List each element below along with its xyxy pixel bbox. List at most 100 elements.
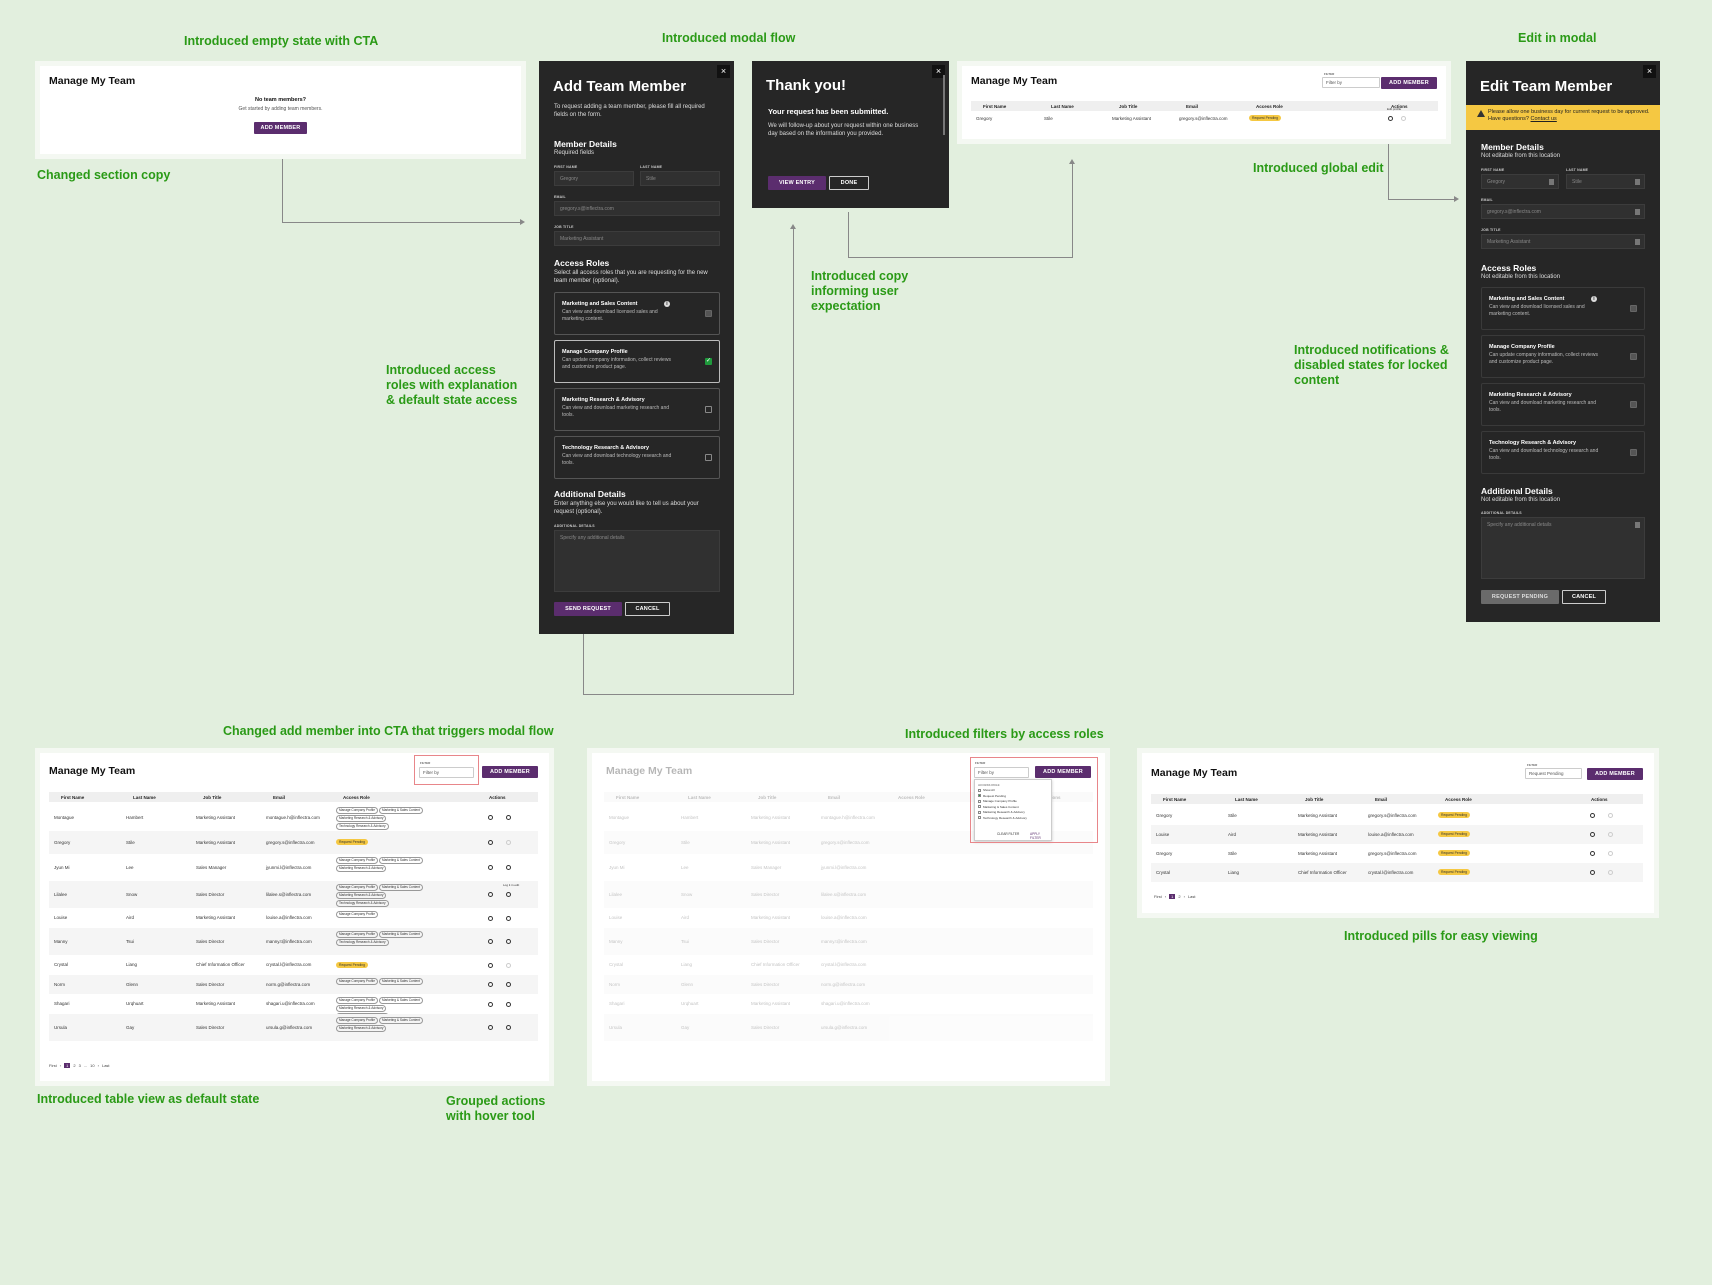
table-row[interactable]: Manny Tsui Sales Director manny.t@inflectra… [49,928,538,955]
role-checkbox[interactable] [705,406,712,413]
info-icon[interactable]: i [1591,296,1597,302]
last-name-label: LAST NAME [1566,168,1589,172]
edit-icon[interactable] [488,815,493,820]
table-row[interactable]: Gregory Stile Marketing Assistant gregory.s… [49,831,538,854]
table-row[interactable]: Lilalee Snow Sales Director lilalee.s@infle… [49,881,538,908]
page-link[interactable]: First [49,1063,57,1068]
page-link[interactable]: ‹ [1165,894,1166,899]
table-row[interactable]: Louise Aird Marketing Assistant louise.a@in… [49,908,538,928]
link-icon[interactable] [506,1025,511,1030]
pagination[interactable]: First ‹ 1 2 › Last [1154,894,1199,899]
table-row[interactable]: Gregory Stile Marketing Assistant gregory.s… [1151,806,1643,825]
pagination[interactable]: First ‹ 1 2 3... 10 › Last [49,1063,113,1068]
edit-icon[interactable] [488,840,493,845]
table-row[interactable]: Jyun Mi Lee Sales Manager jyunmi.l@inflectr… [49,854,538,881]
link-icon[interactable] [506,815,511,820]
close-icon[interactable]: × [1643,65,1656,78]
role-checkbox[interactable] [705,454,712,461]
page-link[interactable]: › [1184,894,1185,899]
link-icon[interactable] [506,982,511,987]
table-row[interactable]: Crystal Liang Chief Information Officer cry… [49,955,538,975]
page-link[interactable]: 2 [73,1063,75,1068]
edit-icon[interactable] [488,915,493,921]
filter-select[interactable]: Request Pending [1525,768,1582,779]
page-link[interactable]: Last [1188,894,1196,899]
send-request-button[interactable]: SEND REQUEST [554,602,622,616]
edit-icon[interactable] [488,1001,493,1007]
last-name-label: LAST NAME [640,165,663,169]
role-technology-research[interactable]: Technology Research & Advisory Can view … [554,436,720,479]
close-icon[interactable]: × [717,65,730,78]
table-row[interactable]: Montague Hambert Marketing Assistant montag… [49,804,538,831]
edit-icon[interactable] [488,982,493,987]
edit-icon[interactable] [1590,832,1595,837]
page-link[interactable]: › [98,1063,99,1068]
done-button[interactable]: DONE [829,176,869,190]
role-marketing-sales[interactable]: Marketing and Sales Content i Can view a… [554,292,720,335]
filter-select[interactable]: Filter by [1322,77,1380,88]
page-link[interactable]: 2 [1178,894,1180,899]
edit-icon[interactable] [1388,116,1393,121]
edit-icon[interactable] [488,962,493,968]
job-title-field[interactable]: Marketing Assistant [554,231,720,246]
add-member-button[interactable]: ADD MEMBER [254,122,307,134]
email-field[interactable]: gregory.s@inflectra.com [554,201,720,216]
link-icon[interactable] [506,915,511,921]
add-member-button[interactable]: ADD MEMBER [1587,768,1643,780]
table-row[interactable]: Gregory Stile Marketing Assistant gregor… [971,107,1438,125]
edit-icon[interactable] [1590,813,1595,818]
edit-icon[interactable] [488,939,493,944]
table-row[interactable]: Gregory Stile Marketing Assistant gregory.s… [1151,844,1643,863]
role-manage-company-profile[interactable]: Manage Company Profile Can update compan… [554,340,720,383]
table-row: Jyun Mi Lee Sales Manager jyunmi.l@inflectr… [604,854,1093,881]
page-link[interactable]: 1 [1169,894,1176,899]
table-row[interactable]: Norm Glenn Sales Director norm.g@inflectra.… [49,975,538,994]
cancel-button[interactable]: CANCEL [625,602,670,616]
link-icon[interactable] [1608,832,1613,837]
role-pill: Technology Research & Advisory [336,939,389,946]
role-marketing-research[interactable]: Marketing Research & Advisory Can view a… [554,388,720,431]
link-icon[interactable] [506,1001,511,1007]
table-row[interactable]: Crystal Liang Chief Information Officer cry… [1151,863,1643,882]
role-checkbox-checked[interactable]: ✓ [705,358,712,365]
view-entry-button[interactable]: VIEW ENTRY [768,176,826,190]
link-icon[interactable] [506,892,511,897]
page-link[interactable]: First [1154,894,1162,899]
page-link[interactable]: ... [84,1063,87,1068]
page-link[interactable]: ‹ [60,1063,61,1068]
not-editable-note: Not editable from this location [1481,153,1561,159]
link-icon[interactable] [1608,813,1613,818]
page-link[interactable]: Last [102,1063,110,1068]
info-icon[interactable]: i [664,301,670,307]
cancel-button[interactable]: CANCEL [1562,590,1606,604]
role-checkbox[interactable] [705,310,712,317]
link-icon[interactable] [506,840,511,845]
table-row[interactable]: Shagari Urqhuart Marketing Assistant shagar… [49,994,538,1020]
link-icon[interactable] [1608,851,1613,856]
page-link[interactable]: 3 [79,1063,81,1068]
table-row[interactable]: Louise Aird Marketing Assistant louise.a@in… [1151,825,1643,844]
edit-icon[interactable] [1590,851,1595,856]
edit-icon[interactable] [1590,870,1595,875]
scrollbar[interactable] [943,75,945,135]
link-icon[interactable] [1608,870,1613,875]
edit-icon[interactable] [488,865,493,870]
page-link[interactable]: 1 [64,1063,71,1068]
add-member-button[interactable]: ADD MEMBER [1381,77,1437,89]
last-name-field[interactable]: Stile [640,171,720,186]
link-icon[interactable] [506,865,511,870]
link-icon[interactable] [1401,116,1406,121]
table-row[interactable]: Ursula Gay Sales Director ursula.g@inflectr… [49,1014,538,1041]
annotation-global-edit: Introduced global edit [1253,161,1384,175]
link-icon[interactable] [506,962,511,968]
contact-us-link[interactable]: Contact us [1531,116,1557,122]
link-icon[interactable] [506,939,511,944]
add-member-button[interactable]: ADD MEMBER [482,766,538,778]
table-cell: Marketing Assistant [1298,851,1338,856]
page-link[interactable]: 10 [90,1063,94,1068]
role-pill: Manage Company Profile [336,911,378,918]
edit-icon[interactable] [488,892,493,897]
first-name-field[interactable]: Gregory [554,171,634,186]
edit-icon[interactable] [488,1025,493,1030]
additional-textarea[interactable]: Specify any additional details [554,530,720,592]
